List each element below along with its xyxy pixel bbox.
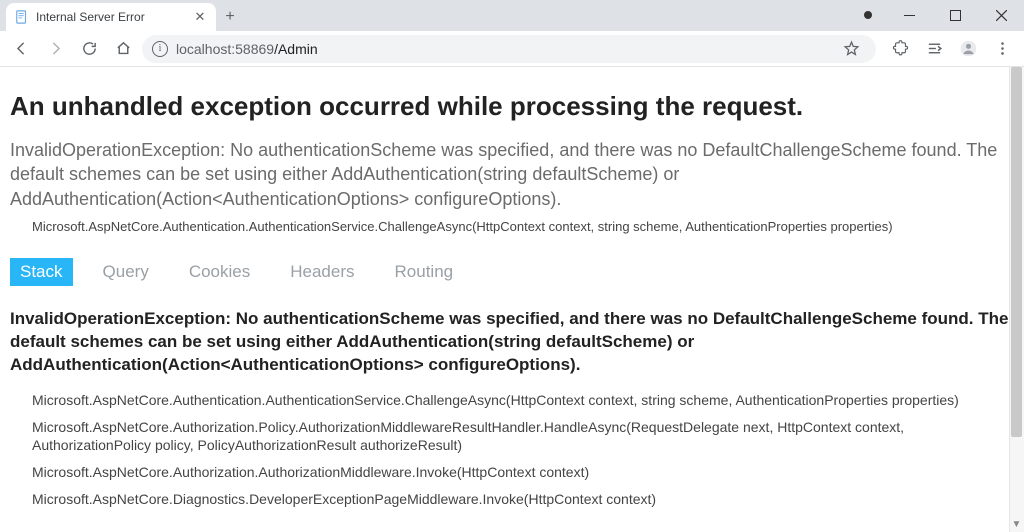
tab-routing[interactable]: Routing [385,258,464,286]
stack-frame[interactable]: Microsoft.AspNetCore.Authorization.Polic… [32,418,1014,456]
bookmark-star-icon[interactable] [836,34,866,64]
browser-toolbar: i localhost:58869/Admin [0,31,1024,67]
url-text: localhost:58869/Admin [176,41,318,57]
tab-title: Internal Server Error [36,10,186,24]
stack-frame[interactable]: Microsoft.AspNetCore.Diagnostics.Develop… [32,490,1014,509]
stack-frame[interactable]: Microsoft.AspNetCore.Authorization.Autho… [32,463,1014,482]
tab-strip: Internal Server Error ✕ + [0,0,856,31]
error-page: An unhandled exception occurred while pr… [0,67,1024,532]
site-info-icon[interactable]: i [152,41,168,57]
browser-tab[interactable]: Internal Server Error ✕ [6,3,216,31]
scrollbar-down-icon[interactable]: ▼ [1009,517,1024,532]
kebab-menu-button[interactable] [986,34,1018,64]
new-tab-button[interactable]: + [216,3,244,31]
page-viewport: An unhandled exception occurred while pr… [0,67,1024,532]
window-controls [856,0,1024,31]
minimize-button[interactable] [886,0,932,30]
browser-titlebar: Internal Server Error ✕ + [0,0,1024,31]
extensions-button[interactable] [884,34,916,64]
home-button[interactable] [108,34,138,64]
tab-stack[interactable]: Stack [10,258,73,286]
reading-list-button[interactable] [918,34,950,64]
tab-headers[interactable]: Headers [280,258,364,286]
scrollbar-thumb[interactable] [1011,67,1022,437]
stack-trace: Microsoft.AspNetCore.Authentication.Auth… [10,391,1014,509]
exception-origin: Microsoft.AspNetCore.Authentication.Auth… [10,219,1014,234]
page-title: An unhandled exception occurred while pr… [10,91,1014,122]
status-dot-icon [864,11,872,19]
url-host: localhost:58869 [176,41,274,57]
toolbar-right [880,34,1018,64]
stack-header: InvalidOperationException: No authentica… [10,308,1014,377]
forward-button[interactable] [40,34,70,64]
stack-frame[interactable]: Microsoft.AspNetCore.Authentication.Auth… [32,391,1014,410]
detail-tabs: Stack Query Cookies Headers Routing [10,258,1014,286]
tab-query[interactable]: Query [93,258,159,286]
tab-close-button[interactable]: ✕ [192,9,208,25]
close-window-button[interactable] [978,0,1024,30]
favicon-icon [14,9,30,25]
tab-cookies[interactable]: Cookies [179,258,260,286]
exception-summary: InvalidOperationException: No authentica… [10,138,1014,211]
address-bar[interactable]: i localhost:58869/Admin [142,35,876,63]
back-button[interactable] [6,34,36,64]
profile-button[interactable] [952,34,984,64]
maximize-button[interactable] [932,0,978,30]
reload-button[interactable] [74,34,104,64]
url-path: /Admin [274,41,318,57]
